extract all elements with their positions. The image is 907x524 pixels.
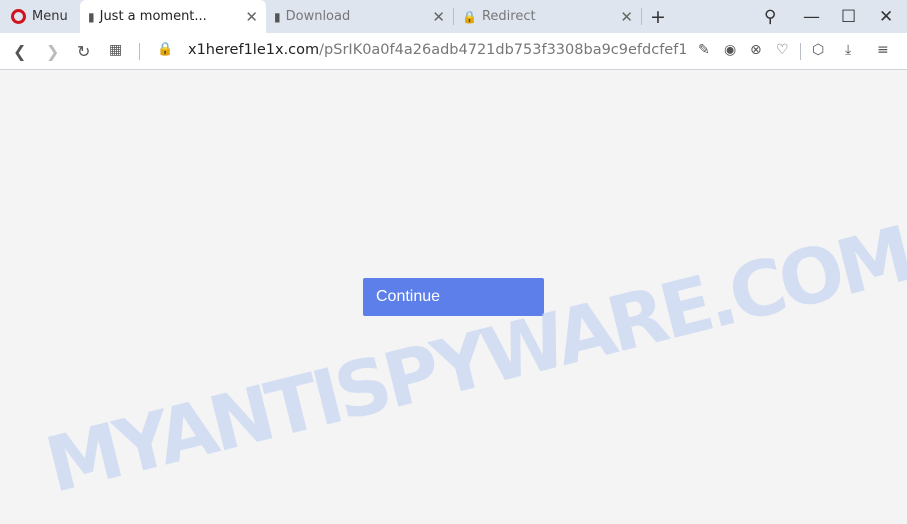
maximize-button[interactable]: ☐ <box>841 0 856 33</box>
settings-sliders-icon[interactable]: ≡ <box>877 42 889 58</box>
address-bar: ❮ ❯ ↻ ▦ 🔒 x1heref1le1x.com/pSrIK0a0f4a26… <box>0 33 907 70</box>
tab-title: Redirect <box>481 9 536 24</box>
tab-divider <box>641 8 642 25</box>
close-tab-icon[interactable]: ✕ <box>245 8 258 26</box>
close-tab-icon[interactable]: ✕ <box>432 8 445 26</box>
tab-redirect[interactable]: 🔒 Redirect ✕ <box>454 0 641 33</box>
camera-icon[interactable]: ◉ <box>724 42 736 58</box>
download-icon[interactable]: ⤓ <box>845 42 851 58</box>
tab-download[interactable]: ▮ Download ✕ <box>266 0 453 33</box>
new-tab-button[interactable]: + <box>650 6 666 28</box>
tab-title: Just a moment... <box>99 9 207 24</box>
speed-dial-icon[interactable]: ▦ <box>109 42 122 58</box>
divider <box>139 43 140 60</box>
forward-button[interactable]: ❯ <box>46 42 59 61</box>
back-button[interactable]: ❮ <box>13 42 26 61</box>
tab-title: Download <box>285 9 351 24</box>
close-tab-icon[interactable]: ✕ <box>620 8 633 26</box>
document-icon: ▮ <box>88 9 95 24</box>
cube-icon[interactable]: ⬡ <box>812 42 824 58</box>
document-icon: ▮ <box>274 9 281 24</box>
close-window-button[interactable]: ✕ <box>879 0 893 33</box>
lock-icon: 🔒 <box>157 42 174 57</box>
heart-icon[interactable]: ♡ <box>776 42 789 58</box>
opera-menu-button[interactable]: Menu <box>0 0 80 33</box>
tab-just-a-moment[interactable]: ▮ Just a moment... ✕ <box>80 0 266 33</box>
opera-logo-icon <box>11 9 26 24</box>
reload-button[interactable]: ↻ <box>77 42 90 61</box>
url-field[interactable]: x1heref1le1x.com/pSrIK0a0f4a26adb4721db7… <box>188 42 686 58</box>
url-domain: x1heref1le1x.com <box>188 42 320 58</box>
continue-button[interactable]: Continue <box>363 278 544 316</box>
menu-label: Menu <box>32 9 68 24</box>
adblock-icon[interactable]: ⊗ <box>750 42 762 58</box>
url-path: /pSrIK0a0f4a26adb4721db753f3308ba9c9efdc… <box>319 42 686 58</box>
search-tabs-icon[interactable]: ⚲ <box>764 0 776 33</box>
snapshot-edit-icon[interactable]: ✎ <box>698 42 710 58</box>
divider <box>800 43 801 60</box>
lock-icon: 🔒 <box>462 9 477 24</box>
page-content: Continue <box>0 71 907 524</box>
minimize-button[interactable]: — <box>803 0 820 33</box>
tab-bar: Menu ▮ Just a moment... ✕ ▮ Download ✕ 🔒… <box>0 0 907 33</box>
